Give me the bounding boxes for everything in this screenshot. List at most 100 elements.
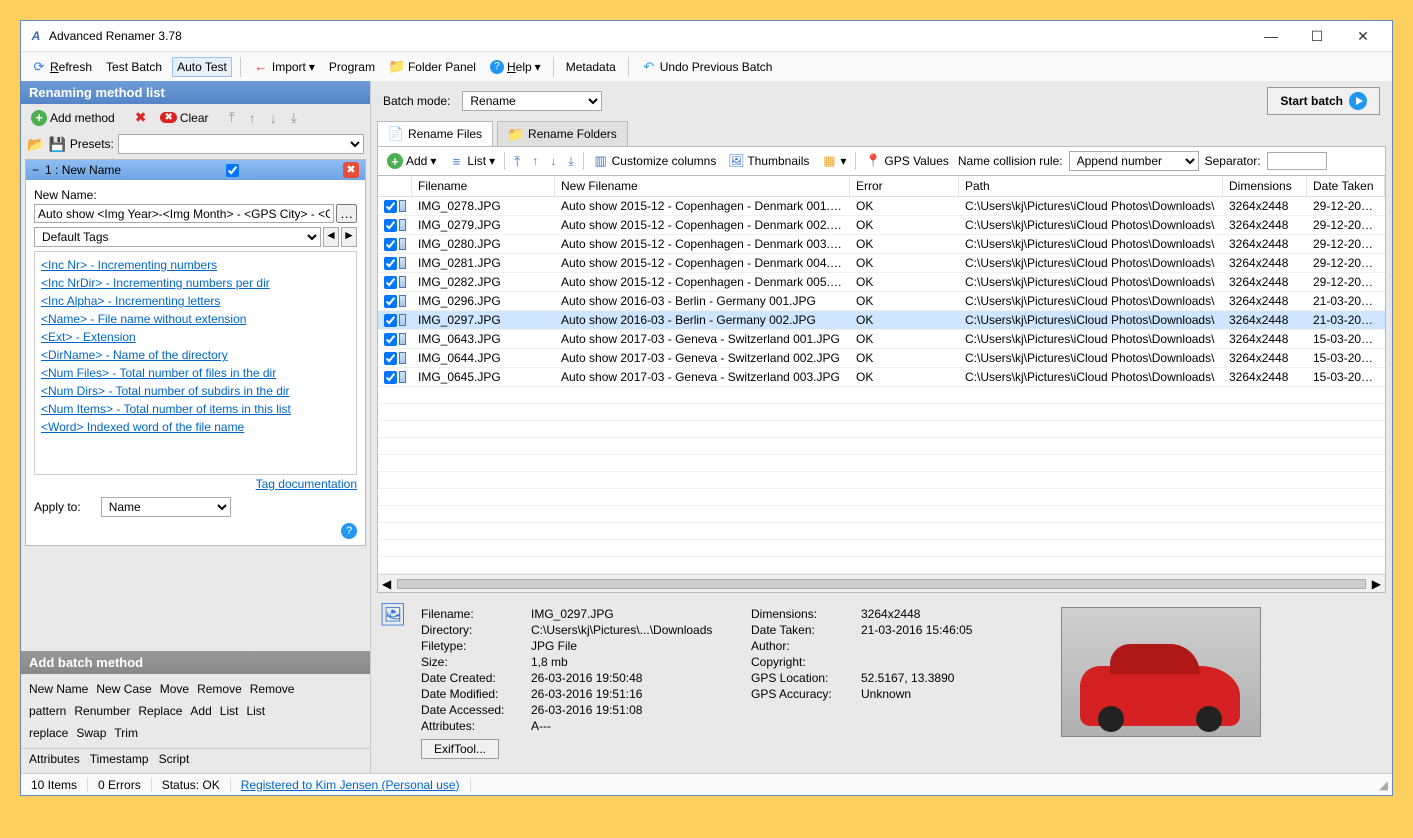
move-up-button[interactable]: ↑ <box>245 108 260 128</box>
maximize-button[interactable]: ☐ <box>1294 21 1340 51</box>
move-bottom-button[interactable]: ⤓ <box>287 107 301 128</box>
tag-link[interactable]: <Inc NrDir> - Incrementing numbers per d… <box>41 274 350 292</box>
separator-input[interactable] <box>1267 152 1327 170</box>
minimize-button[interactable]: — <box>1248 21 1294 51</box>
add-method-button[interactable]: +Add method <box>27 108 119 128</box>
method-close-button[interactable]: ✖ <box>343 162 359 178</box>
tag-link[interactable]: <Num Files> - Total number of files in t… <box>41 364 350 382</box>
col-date-taken[interactable]: Date Taken <box>1307 176 1385 196</box>
tag-link[interactable]: <Name> - File name without extension <box>41 310 350 328</box>
start-batch-button[interactable]: Start batch <box>1267 87 1380 115</box>
folder-panel-button[interactable]: 📁Folder Panel <box>385 57 480 77</box>
collision-select[interactable]: Append number <box>1069 151 1199 171</box>
move-down-button[interactable]: ↓ <box>266 108 281 128</box>
table-row[interactable]: IMG_0645.JPG Auto show 2017-03 - Geneva … <box>378 368 1385 387</box>
horizontal-scrollbar[interactable]: ◀ ▶ <box>378 574 1385 592</box>
apply-to-select[interactable]: Name <box>101 497 231 517</box>
row-checkbox[interactable] <box>384 295 397 308</box>
scroll-left-icon[interactable]: ◀ <box>382 577 391 591</box>
registered-link[interactable]: Registered to Kim Jensen (Personal use) <box>241 778 460 792</box>
row-checkbox[interactable] <box>384 371 397 384</box>
close-button[interactable]: ✕ <box>1340 21 1386 51</box>
resize-grip-icon[interactable]: ◢ <box>1375 778 1392 792</box>
method-enabled-checkbox[interactable] <box>226 164 239 177</box>
refresh-button[interactable]: ⟳Refresh <box>27 57 96 77</box>
view-options-button[interactable]: ▦▾ <box>818 152 849 170</box>
col-path[interactable]: Path <box>959 176 1223 196</box>
table-row[interactable]: IMG_0297.JPG Auto show 2016-03 - Berlin … <box>378 311 1385 330</box>
next-tag-button[interactable]: ► <box>341 227 357 247</box>
col-filename[interactable]: Filename <box>412 176 555 196</box>
table-row[interactable]: IMG_0280.JPG Auto show 2015-12 - Copenha… <box>378 235 1385 254</box>
tag-doc-link[interactable]: Tag documentation <box>256 477 357 491</box>
tag-category-select[interactable]: Default Tags <box>34 227 321 247</box>
thumbnails-button[interactable]: 🖼Thumbnails <box>725 152 812 170</box>
new-name-more-button[interactable]: … <box>336 204 357 223</box>
table-row[interactable]: IMG_0643.JPG Auto show 2017-03 - Geneva … <box>378 330 1385 349</box>
undo-batch-button[interactable]: ↶Undo Previous Batch <box>637 57 777 77</box>
collapse-icon[interactable]: − <box>32 163 39 177</box>
batch-method-link[interactable]: Swap <box>76 726 106 740</box>
presets-select[interactable] <box>118 134 364 154</box>
batch-tab[interactable]: Script <box>159 752 190 766</box>
batch-method-link[interactable]: Renumber <box>74 704 130 718</box>
table-row[interactable]: IMG_0296.JPG Auto show 2016-03 - Berlin … <box>378 292 1385 311</box>
row-checkbox[interactable] <box>384 257 397 270</box>
sort-bottom-button[interactable]: ⤓ <box>565 153 576 170</box>
metadata-button[interactable]: Metadata <box>562 58 620 76</box>
customize-columns-button[interactable]: ▥Customize columns <box>590 152 720 170</box>
batch-method-link[interactable]: List <box>220 704 239 718</box>
batch-method-link[interactable]: Move <box>160 682 189 696</box>
batch-method-link[interactable]: Replace <box>138 704 182 718</box>
clear-button[interactable]: ✖Clear <box>156 109 212 127</box>
batch-mode-select[interactable]: Rename <box>462 91 602 111</box>
row-checkbox[interactable] <box>384 314 397 327</box>
scroll-right-icon[interactable]: ▶ <box>1372 577 1381 591</box>
tag-link[interactable]: <Ext> - Extension <box>41 328 350 346</box>
batch-tab[interactable]: Attributes <box>29 752 80 766</box>
gps-values-button[interactable]: 📍GPS Values <box>862 152 951 170</box>
auto-test-button[interactable]: Auto Test <box>172 57 232 77</box>
tag-link[interactable]: <Inc Alpha> - Incrementing letters <box>41 292 350 310</box>
tag-link[interactable]: <Word> Indexed word of the file name <box>41 418 350 436</box>
tag-link[interactable]: <Inc Nr> - Incrementing numbers <box>41 256 350 274</box>
col-dimensions[interactable]: Dimensions <box>1223 176 1307 196</box>
batch-tab[interactable]: Timestamp <box>90 752 149 766</box>
sort-down-button[interactable]: ↓ <box>547 153 559 169</box>
table-row[interactable]: IMG_0282.JPG Auto show 2015-12 - Copenha… <box>378 273 1385 292</box>
batch-method-link[interactable]: New Name <box>29 682 88 696</box>
help-button[interactable]: ?Help ▾ <box>486 58 545 76</box>
tab-rename-folders[interactable]: 📁Rename Folders <box>497 121 628 146</box>
tag-link[interactable]: <Num Dirs> - Total number of subdirs in … <box>41 382 350 400</box>
tag-link[interactable]: <Num Items> - Total number of items in t… <box>41 400 350 418</box>
row-checkbox[interactable] <box>384 200 397 213</box>
table-row[interactable]: IMG_0278.JPG Auto show 2015-12 - Copenha… <box>378 197 1385 216</box>
batch-method-link[interactable]: New Case <box>96 682 151 696</box>
move-top-button[interactable]: ⤒ <box>225 107 239 128</box>
exiftool-button[interactable]: ExifTool... <box>421 739 499 759</box>
test-batch-button[interactable]: Test Batch <box>102 58 166 76</box>
col-error[interactable]: Error <box>850 176 959 196</box>
list-button[interactable]: ≡List ▾ <box>445 152 498 170</box>
import-button[interactable]: ←Import ▾ <box>249 57 319 77</box>
row-checkbox[interactable] <box>384 352 397 365</box>
sort-top-button[interactable]: ⤒ <box>511 152 523 171</box>
batch-method-link[interactable]: Trim <box>114 726 138 740</box>
table-row[interactable]: IMG_0281.JPG Auto show 2015-12 - Copenha… <box>378 254 1385 273</box>
add-files-button[interactable]: +Add ▾ <box>384 152 439 170</box>
row-checkbox[interactable] <box>384 333 397 346</box>
batch-method-link[interactable]: Add <box>190 704 211 718</box>
new-name-input[interactable] <box>34 204 334 223</box>
tab-rename-files[interactable]: 📄Rename Files <box>377 121 493 146</box>
row-checkbox[interactable] <box>384 219 397 232</box>
open-preset-icon[interactable]: 📂 <box>27 136 44 153</box>
prev-tag-button[interactable]: ◄ <box>323 227 339 247</box>
sort-up-button[interactable]: ↑ <box>529 153 541 169</box>
scroll-thumb[interactable] <box>397 579 1366 589</box>
row-checkbox[interactable] <box>384 238 397 251</box>
table-row[interactable]: IMG_0644.JPG Auto show 2017-03 - Geneva … <box>378 349 1385 368</box>
col-new-filename[interactable]: New Filename <box>555 176 850 196</box>
program-button[interactable]: Program <box>325 58 379 76</box>
batch-method-link[interactable]: Remove <box>197 682 242 696</box>
delete-method-button[interactable]: ✖ <box>131 107 151 128</box>
